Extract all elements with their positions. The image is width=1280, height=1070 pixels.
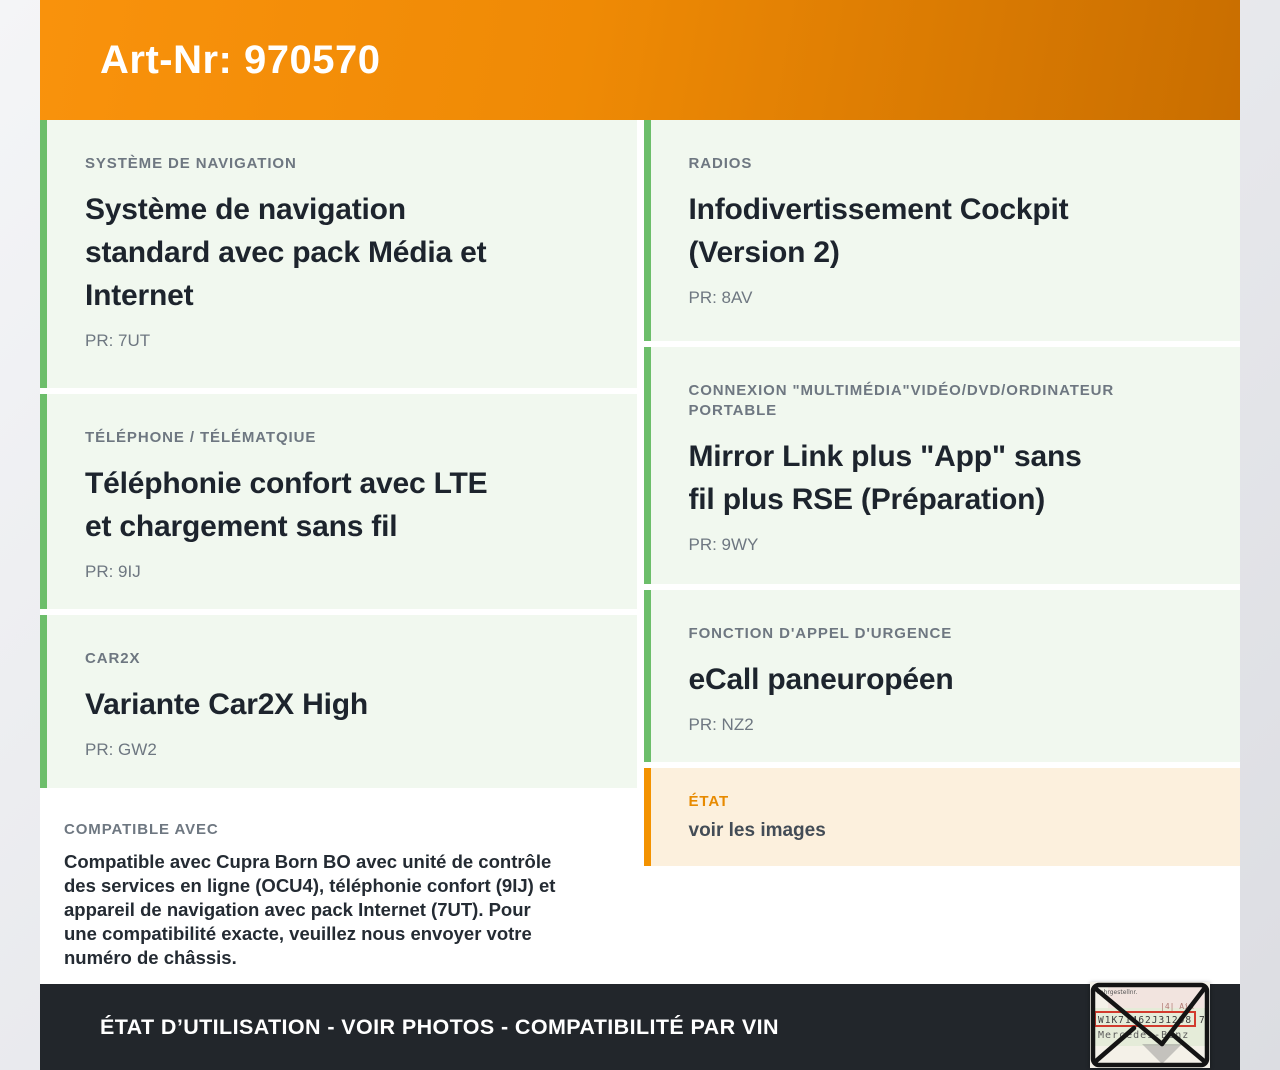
vin-envelope-image: Fahrgestellnr. |4| AiA W1K71462J31298 7 … <box>1090 982 1210 1068</box>
feature-grid: SYSTÈME DE NAVIGATION Système de navigat… <box>40 120 1240 984</box>
feature-pr-code: PR: 9IJ <box>85 562 141 581</box>
left-column: SYSTÈME DE NAVIGATION Système de navigat… <box>40 120 637 984</box>
feature-category: CONNEXION "MULTIMÉDIA"VIDÉO/DVD/ORDINATE… <box>688 382 1115 419</box>
feature-title: Téléphonie confort avec LTE et chargemen… <box>85 467 488 543</box>
right-column: RADIOS Infodivertissement Cockpit (Versi… <box>643 120 1240 984</box>
feature-category: RADIOS <box>688 155 753 172</box>
condition-value: voir les images <box>688 820 826 841</box>
feature-pr-code: PR: GW2 <box>85 740 157 759</box>
feature-category: FONCTION D'APPEL D'URGENCE <box>688 625 953 642</box>
feature-card-navigation: SYSTÈME DE NAVIGATION Système de navigat… <box>40 120 637 388</box>
feature-card-ecall: FONCTION D'APPEL D'URGENCE eCall paneuro… <box>643 590 1240 762</box>
page-title: Art-Nr: 970570 <box>100 37 381 82</box>
feature-title: Mirror Link plus "App" sans fil plus RSE… <box>688 440 1082 516</box>
feature-title: Système de navigation standard avec pack… <box>85 193 487 312</box>
condition-card: ÉTAT voir les images <box>643 768 1240 866</box>
feature-category: SYSTÈME DE NAVIGATION <box>85 155 297 172</box>
feature-pr-code: PR: 9WY <box>688 535 759 554</box>
condition-label: ÉTAT <box>688 793 730 810</box>
feature-title: eCall paneuropéen <box>688 663 954 696</box>
footer-bar: ÉTAT D’UTILISATION - VOIR PHOTOS - COMPA… <box>40 984 1240 1070</box>
feature-category: TÉLÉPHONE / TÉLÉMATQIUE <box>85 429 317 446</box>
feature-card-multimedia: CONNEXION "MULTIMÉDIA"VIDÉO/DVD/ORDINATE… <box>643 347 1240 584</box>
feature-pr-code: PR: NZ2 <box>688 715 754 734</box>
feature-card-radios: RADIOS Infodivertissement Cockpit (Versi… <box>643 120 1240 341</box>
feature-category: CAR2X <box>85 650 141 667</box>
compatibility-card: COMPATIBLE AVEC Compatible avec Cupra Bo… <box>40 794 637 984</box>
feature-card-telephone: TÉLÉPHONE / TÉLÉMATQIUE Téléphonie confo… <box>40 394 637 609</box>
compatibility-text: Compatible avec Cupra Born BO avec unité… <box>64 851 556 968</box>
feature-pr-code: PR: 8AV <box>688 288 753 307</box>
footer-text: ÉTAT D’UTILISATION - VOIR PHOTOS - COMPA… <box>100 1014 779 1039</box>
vin-suffix-text: 7 <box>1199 1015 1205 1026</box>
header-banner: Art-Nr: 970570 <box>40 0 1240 120</box>
feature-pr-code: PR: 7UT <box>85 331 151 350</box>
compatibility-label: COMPATIBLE AVEC <box>64 821 219 838</box>
feature-card-car2x: CAR2X Variante Car2X High PR: GW2 <box>40 615 637 788</box>
listing-page: Art-Nr: 970570 SYSTÈME DE NAVIGATION Sys… <box>40 0 1240 1070</box>
vin-envelope-graphic: Fahrgestellnr. |4| AiA W1K71462J31298 7 … <box>1090 982 1210 1068</box>
feature-title: Variante Car2X High <box>85 688 368 721</box>
feature-title: Infodivertissement Cockpit (Version 2) <box>688 193 1069 269</box>
